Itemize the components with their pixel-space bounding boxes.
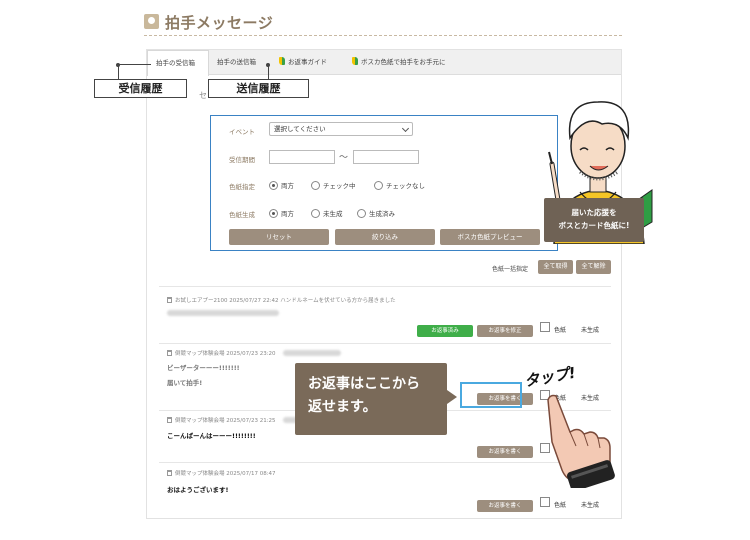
radio-selected-icon (269, 181, 278, 190)
period-label: 受信期間 (229, 156, 255, 164)
message-body: おはようございます! (167, 486, 229, 494)
message-body: 届いて拍手! (167, 379, 203, 387)
message-meta: 倒競マップ体験会場 2025/07/23 23:20 (167, 349, 276, 357)
period-start-input[interactable] (269, 150, 335, 164)
filter-button[interactable]: 絞り込み (335, 229, 435, 245)
reply-tooltip: お返事はここから 返せます。 (295, 363, 447, 435)
radio-generate-both[interactable]: 両方 (269, 208, 294, 218)
divider (159, 343, 611, 344)
write-reply-button[interactable]: お返事を書く (477, 500, 533, 512)
message-body: ビーザーターーー!!!!!!! (167, 364, 240, 372)
write-reply-button[interactable]: お返事を書く (477, 446, 533, 458)
pointer-line (118, 64, 151, 65)
message-body: こーんばーんはーーー!!!!!!!! (167, 432, 256, 440)
tab-bar: 拍手の受信箱 拍手の送信箱 お返事ガイド ボスカ色紙で拍手をお手元に (147, 50, 621, 76)
tab-outbox[interactable]: 拍手の送信箱 (217, 50, 256, 75)
partial-heading: セ (199, 91, 207, 100)
radio-icon (311, 209, 320, 218)
message-icon (144, 14, 159, 29)
page-header: 拍手メッセージ (144, 12, 622, 36)
trash-icon[interactable] (167, 350, 172, 356)
generate-label: 色紙生成 (229, 211, 255, 219)
bulk-label: 色紙一括指定 (492, 266, 529, 273)
blurred-text (167, 310, 279, 316)
radio-icon (311, 181, 320, 190)
event-label: イベント (229, 128, 255, 136)
generate-status: 未生成 (581, 502, 600, 509)
radio-shikishi-checked[interactable]: チェック中 (311, 180, 356, 190)
search-filter: イベント 選択してください 受信期間 〜 色紙指定 両方 チェック中 チェックな… (210, 115, 558, 251)
generate-status: 未生成 (581, 327, 600, 334)
radio-icon (374, 181, 383, 190)
reply-button-highlight (460, 382, 522, 408)
tab-reply-guide[interactable]: お返事ガイド (279, 50, 327, 75)
event-select[interactable]: 選択してください (269, 122, 413, 136)
preview-button[interactable]: ボスカ色紙プレビュー (440, 229, 540, 245)
checkbox-label: 色紙 (554, 327, 567, 334)
page-title: 拍手メッセージ (165, 14, 274, 32)
radio-generate-done[interactable]: 生成済み (357, 208, 395, 218)
reset-button[interactable]: リセット (229, 229, 329, 245)
tab-shikishi[interactable]: ボスカ色紙で拍手をお手元に (352, 50, 446, 75)
pointer-line (118, 64, 119, 79)
radio-shikishi-unchecked[interactable]: チェックなし (374, 180, 425, 190)
pointer-line (268, 64, 269, 79)
message-meta: 倒競マップ体験会場 2025/07/23 21:25 (167, 416, 276, 424)
blurred-text (283, 350, 341, 356)
shikishi-label: 色紙指定 (229, 183, 255, 191)
select-all-button[interactable]: 全て取得 (538, 260, 573, 274)
message-meta: 倒競マップ体験会場 2025/07/17 08:47 (167, 469, 276, 477)
trash-icon[interactable] (167, 470, 172, 476)
shikishi-checkbox[interactable] (540, 497, 550, 507)
edit-reply-button[interactable]: お返事を修正 (477, 325, 533, 337)
divider (159, 286, 611, 287)
tab-inbox[interactable]: 拍手の受信箱 (147, 50, 209, 76)
trash-icon[interactable] (167, 417, 172, 423)
callout-received: 受信履歴 (94, 79, 187, 98)
radio-generate-pending[interactable]: 未生成 (311, 208, 343, 218)
mascot-bubble: 届いた応援を ボスとカード色紙に! (544, 198, 644, 242)
pointing-hand-icon (547, 394, 615, 488)
period-separator: 〜 (339, 153, 349, 163)
beginner-leaf-icon (352, 57, 358, 65)
callout-sent: 送信履歴 (208, 79, 309, 98)
message-meta: お試しエアプー2100 2025/07/27 22:42 ハンドルネームを伏せて… (167, 296, 396, 304)
radio-shikishi-both[interactable]: 両方 (269, 180, 294, 190)
checkbox-label: 色紙 (554, 502, 567, 509)
clear-all-button[interactable]: 全て解除 (576, 260, 611, 274)
shikishi-checkbox[interactable] (540, 322, 550, 332)
tooltip-tail (447, 390, 457, 404)
beginner-leaf-icon (279, 57, 285, 65)
radio-selected-icon (269, 209, 278, 218)
chevron-down-icon (401, 124, 410, 133)
trash-icon[interactable] (167, 297, 172, 303)
period-end-input[interactable] (353, 150, 419, 164)
radio-icon (357, 209, 366, 218)
status-badge: お返事済み (417, 325, 473, 337)
